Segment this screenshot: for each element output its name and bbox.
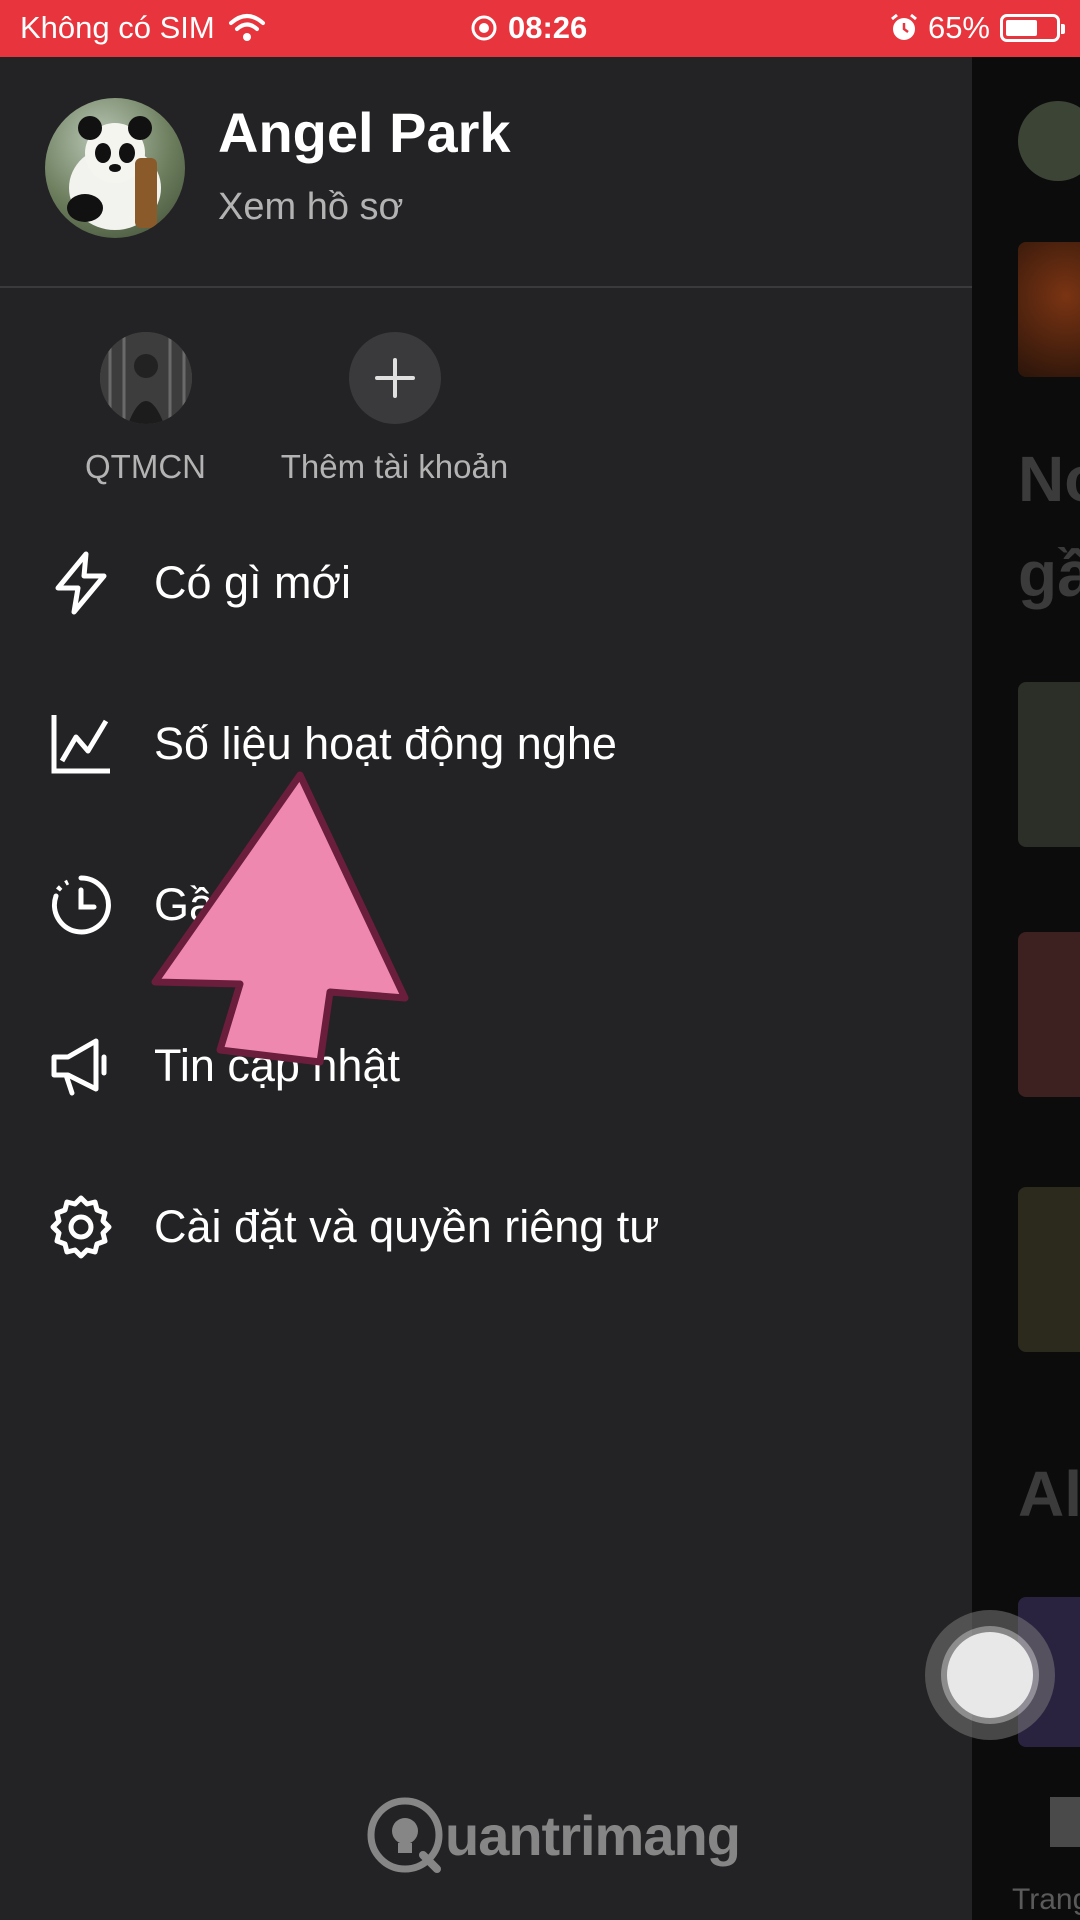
carrier-label: Không có SIM: [20, 10, 215, 45]
peek-card: [1018, 682, 1080, 847]
add-account-circle: [348, 332, 441, 424]
history-icon: [51, 875, 111, 935]
panda-photo: [67, 116, 161, 230]
home-nav-label[interactable]: Trang: [1012, 1883, 1080, 1917]
peek-heading-3: Al: [1018, 1458, 1080, 1530]
peek-heading-2: gầ: [1018, 538, 1080, 610]
plus-icon: [374, 358, 415, 398]
menu-item-label: Cài đặt và quyền riêng tư: [154, 1201, 660, 1252]
divider: [0, 286, 972, 288]
status-bar: Không có SIM 08:26 65%: [0, 0, 1080, 57]
peek-card: [1018, 1187, 1080, 1352]
view-profile-link[interactable]: Xem hồ sơ: [218, 186, 403, 229]
profile-name[interactable]: Angel Park: [218, 100, 511, 165]
menu-item-label: Số liệu hoạt động nghe: [154, 718, 617, 769]
user-avatar-icon: [99, 332, 192, 424]
menu-item-label: Có gì mới: [154, 557, 352, 608]
assistive-touch-button[interactable]: [925, 1610, 1055, 1740]
profile-avatar[interactable]: [45, 98, 185, 238]
peek-avatar: [1018, 101, 1080, 181]
account-avatar: [99, 332, 192, 424]
battery-icon: [1000, 14, 1065, 42]
chart-icon: [51, 715, 110, 774]
screen-record-icon: [471, 15, 497, 41]
menu-item-whats-new[interactable]: Có gì mới: [48, 550, 351, 616]
add-account-label: Thêm tài khoản: [280, 448, 509, 485]
lightbulb-logo-icon: [367, 1797, 443, 1873]
annotation-arrow: [151, 771, 409, 1066]
account-qtmcn[interactable]: QTMCN: [58, 332, 233, 486]
lightning-icon: [55, 551, 107, 615]
battery-percent: 65%: [927, 10, 990, 45]
clock: 08:26: [508, 10, 588, 45]
peek-card: [1018, 932, 1080, 1097]
menu-item-settings[interactable]: Cài đặt và quyền riêng tư: [48, 1194, 659, 1260]
peek-heading: No: [1018, 443, 1080, 515]
megaphone-icon: [51, 1038, 107, 1096]
menu-item-listening-stats[interactable]: Số liệu hoạt động nghe: [48, 711, 617, 777]
peek-album-art: [1018, 242, 1080, 377]
account-label: QTMCN: [85, 448, 206, 485]
gear-icon: [50, 1195, 112, 1259]
watermark-text: uantrimang: [445, 1803, 741, 1867]
watermark: uantrimang: [365, 1795, 741, 1875]
alarm-icon: [891, 13, 917, 40]
wifi-icon: [228, 14, 265, 41]
add-account-button[interactable]: Thêm tài khoản: [262, 332, 527, 486]
home-nav-icon[interactable]: [1050, 1797, 1080, 1847]
